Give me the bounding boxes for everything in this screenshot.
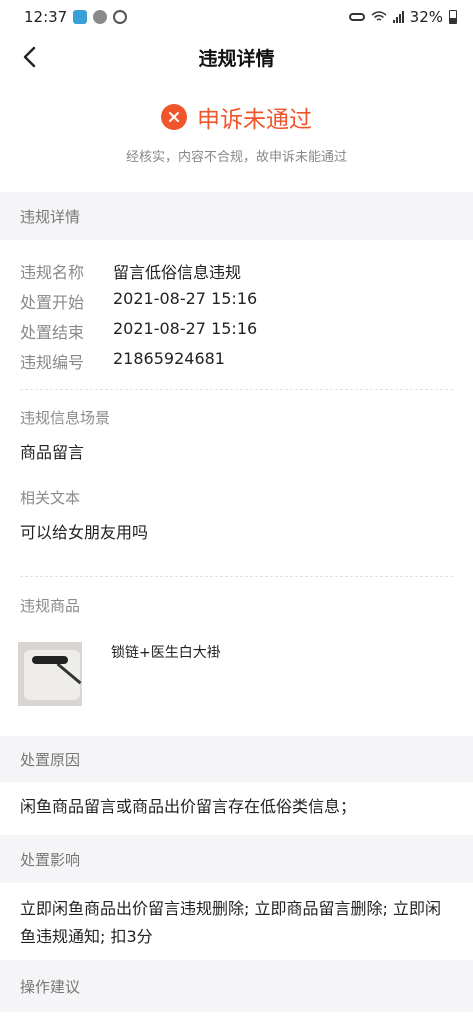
section-header-advice: 操作建议 bbox=[0, 960, 473, 1012]
detail-value: 2021-08-27 15:16 bbox=[113, 319, 258, 338]
reason-text: 闲鱼商品留言或商品出价留言存在低俗类信息； bbox=[20, 797, 357, 816]
result-subtitle: 经核实，内容不合规，故申诉未能通过 bbox=[125, 150, 347, 165]
appeal-result: 申诉未通过 经核实，内容不合规，故申诉未能通过 bbox=[0, 100, 473, 165]
section-header-reason: 处置原因 bbox=[0, 736, 473, 782]
scene-label: 违规信息场景 bbox=[20, 409, 111, 427]
chevron-left-icon bbox=[23, 46, 36, 68]
status-left: 12:37 bbox=[24, 8, 128, 26]
scene-value: 商品留言 bbox=[20, 443, 85, 462]
detail-value: 21865924681 bbox=[113, 349, 225, 368]
related-text-value: 可以给女朋友用吗 bbox=[20, 523, 149, 542]
status-time: 12:37 bbox=[24, 8, 68, 26]
gallery-notification-icon bbox=[73, 10, 88, 24]
detail-row-end: 处置结束 2021-08-27 15:16 bbox=[20, 319, 257, 343]
section-header-details: 违规详情 bbox=[0, 192, 473, 240]
status-bar: 12:37 32% bbox=[0, 0, 473, 34]
result-title: 申诉未通过 bbox=[197, 107, 312, 133]
page-title: 违规详情 bbox=[198, 47, 275, 70]
detail-value: 2021-08-27 15:16 bbox=[113, 289, 258, 308]
detail-key: 处置开始 bbox=[20, 293, 85, 312]
detail-key: 违规编号 bbox=[20, 353, 85, 372]
detail-row-id: 违规编号 21865924681 bbox=[20, 349, 225, 373]
vpn-key-icon bbox=[348, 13, 365, 21]
battery-percent: 32% bbox=[409, 8, 443, 26]
detail-row-name: 违规名称 留言低俗信息违规 bbox=[20, 259, 241, 283]
divider bbox=[20, 576, 453, 577]
signal-icon bbox=[392, 11, 404, 23]
result-status: 申诉未通过 bbox=[0, 100, 473, 134]
status-right: 32% bbox=[348, 8, 457, 26]
detail-key: 处置结束 bbox=[20, 323, 85, 342]
accessibility-notification-icon bbox=[113, 10, 128, 24]
detail-value: 留言低俗信息违规 bbox=[113, 263, 242, 282]
app-notification-icon bbox=[93, 10, 108, 24]
wifi-icon bbox=[371, 11, 387, 21]
impact-text: 立即闲鱼商品出价留言违规删除; 立即商品留言删除; 立即闲鱼违规通知; 扣3分 bbox=[20, 899, 441, 946]
battery-icon bbox=[449, 10, 457, 24]
section-header-product: 违规商品 bbox=[20, 597, 81, 615]
product-title[interactable]: 锁链+医生白大褂 bbox=[111, 642, 221, 662]
detail-row-start: 处置开始 2021-08-27 15:16 bbox=[20, 289, 257, 313]
section-header-impact: 处置影响 bbox=[0, 835, 473, 883]
related-text-label: 相关文本 bbox=[20, 489, 81, 507]
product-thumbnail[interactable] bbox=[18, 642, 82, 706]
close-circle-icon bbox=[161, 104, 187, 130]
back-button[interactable] bbox=[14, 42, 44, 72]
detail-key: 违规名称 bbox=[20, 263, 85, 282]
nav-bar: 违规详情 bbox=[0, 34, 473, 80]
divider bbox=[20, 389, 453, 390]
